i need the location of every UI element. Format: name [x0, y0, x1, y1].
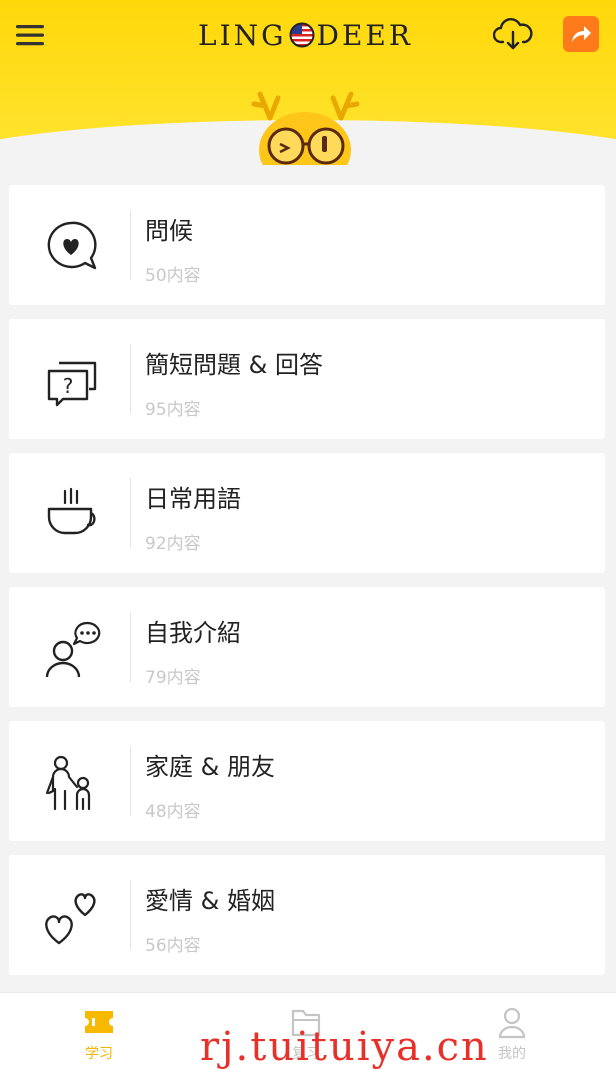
logo-text-right: DEER: [316, 18, 413, 52]
card-divider: [130, 880, 131, 950]
card-divider: [130, 210, 131, 280]
share-arrow-icon: [572, 26, 591, 42]
ticket-icon: [85, 1011, 113, 1033]
category-count: 79内容: [145, 668, 201, 688]
category-count: 92内容: [145, 534, 201, 554]
card-divider: [130, 746, 131, 816]
us-flag-icon: [289, 22, 315, 48]
category-title: 日常用語: [145, 485, 241, 513]
category-count: 95内容: [145, 400, 201, 420]
category-card-love-marriage[interactable]: 愛情 & 婚姻 56内容: [9, 855, 605, 975]
category-title: 問候: [145, 217, 193, 245]
svg-text:?: ?: [63, 374, 74, 398]
category-title: 自我介紹: [145, 619, 241, 647]
category-card-family-friends[interactable]: 家庭 & 朋友 48内容: [9, 721, 605, 841]
category-title: 家庭 & 朋友: [145, 753, 275, 781]
category-count: 50内容: [145, 266, 201, 286]
tab-label: 学习: [85, 1046, 113, 1062]
watermark-text: rj.tuituiya.cn: [200, 1025, 489, 1069]
question-chat-icon: ?: [47, 361, 97, 407]
deer-mascot-icon: [251, 91, 360, 165]
cloud-download-icon[interactable]: [493, 16, 533, 52]
share-button[interactable]: [563, 16, 599, 52]
card-divider: [130, 612, 131, 682]
category-card-self-intro[interactable]: 自我介紹 79内容: [9, 587, 605, 707]
category-card-daily-phrases[interactable]: 日常用語 92内容: [9, 453, 605, 573]
card-divider: [130, 344, 131, 414]
logo-text-left: LING: [198, 18, 287, 52]
coffee-cup-icon: [47, 487, 96, 535]
speech-heart-icon: [47, 221, 97, 270]
hearts-icon: [45, 893, 96, 945]
category-count: 56内容: [145, 936, 201, 956]
card-divider: [130, 478, 131, 548]
category-title: 簡短問題 & 回答: [145, 351, 323, 379]
person-chat-icon: [45, 621, 101, 678]
header: LING DEER: [0, 0, 616, 165]
category-card-qa[interactable]: ? 簡短問題 & 回答 95内容: [9, 319, 605, 439]
category-card-greetings[interactable]: 問候 50内容: [9, 185, 605, 305]
hamburger-menu-icon[interactable]: [14, 20, 46, 50]
family-icon: [45, 755, 91, 811]
category-title: 愛情 & 婚姻: [145, 887, 275, 915]
category-count: 48内容: [145, 802, 201, 822]
tab-learn[interactable]: 学习: [49, 993, 149, 1070]
app-logo: LING DEER: [198, 17, 413, 53]
